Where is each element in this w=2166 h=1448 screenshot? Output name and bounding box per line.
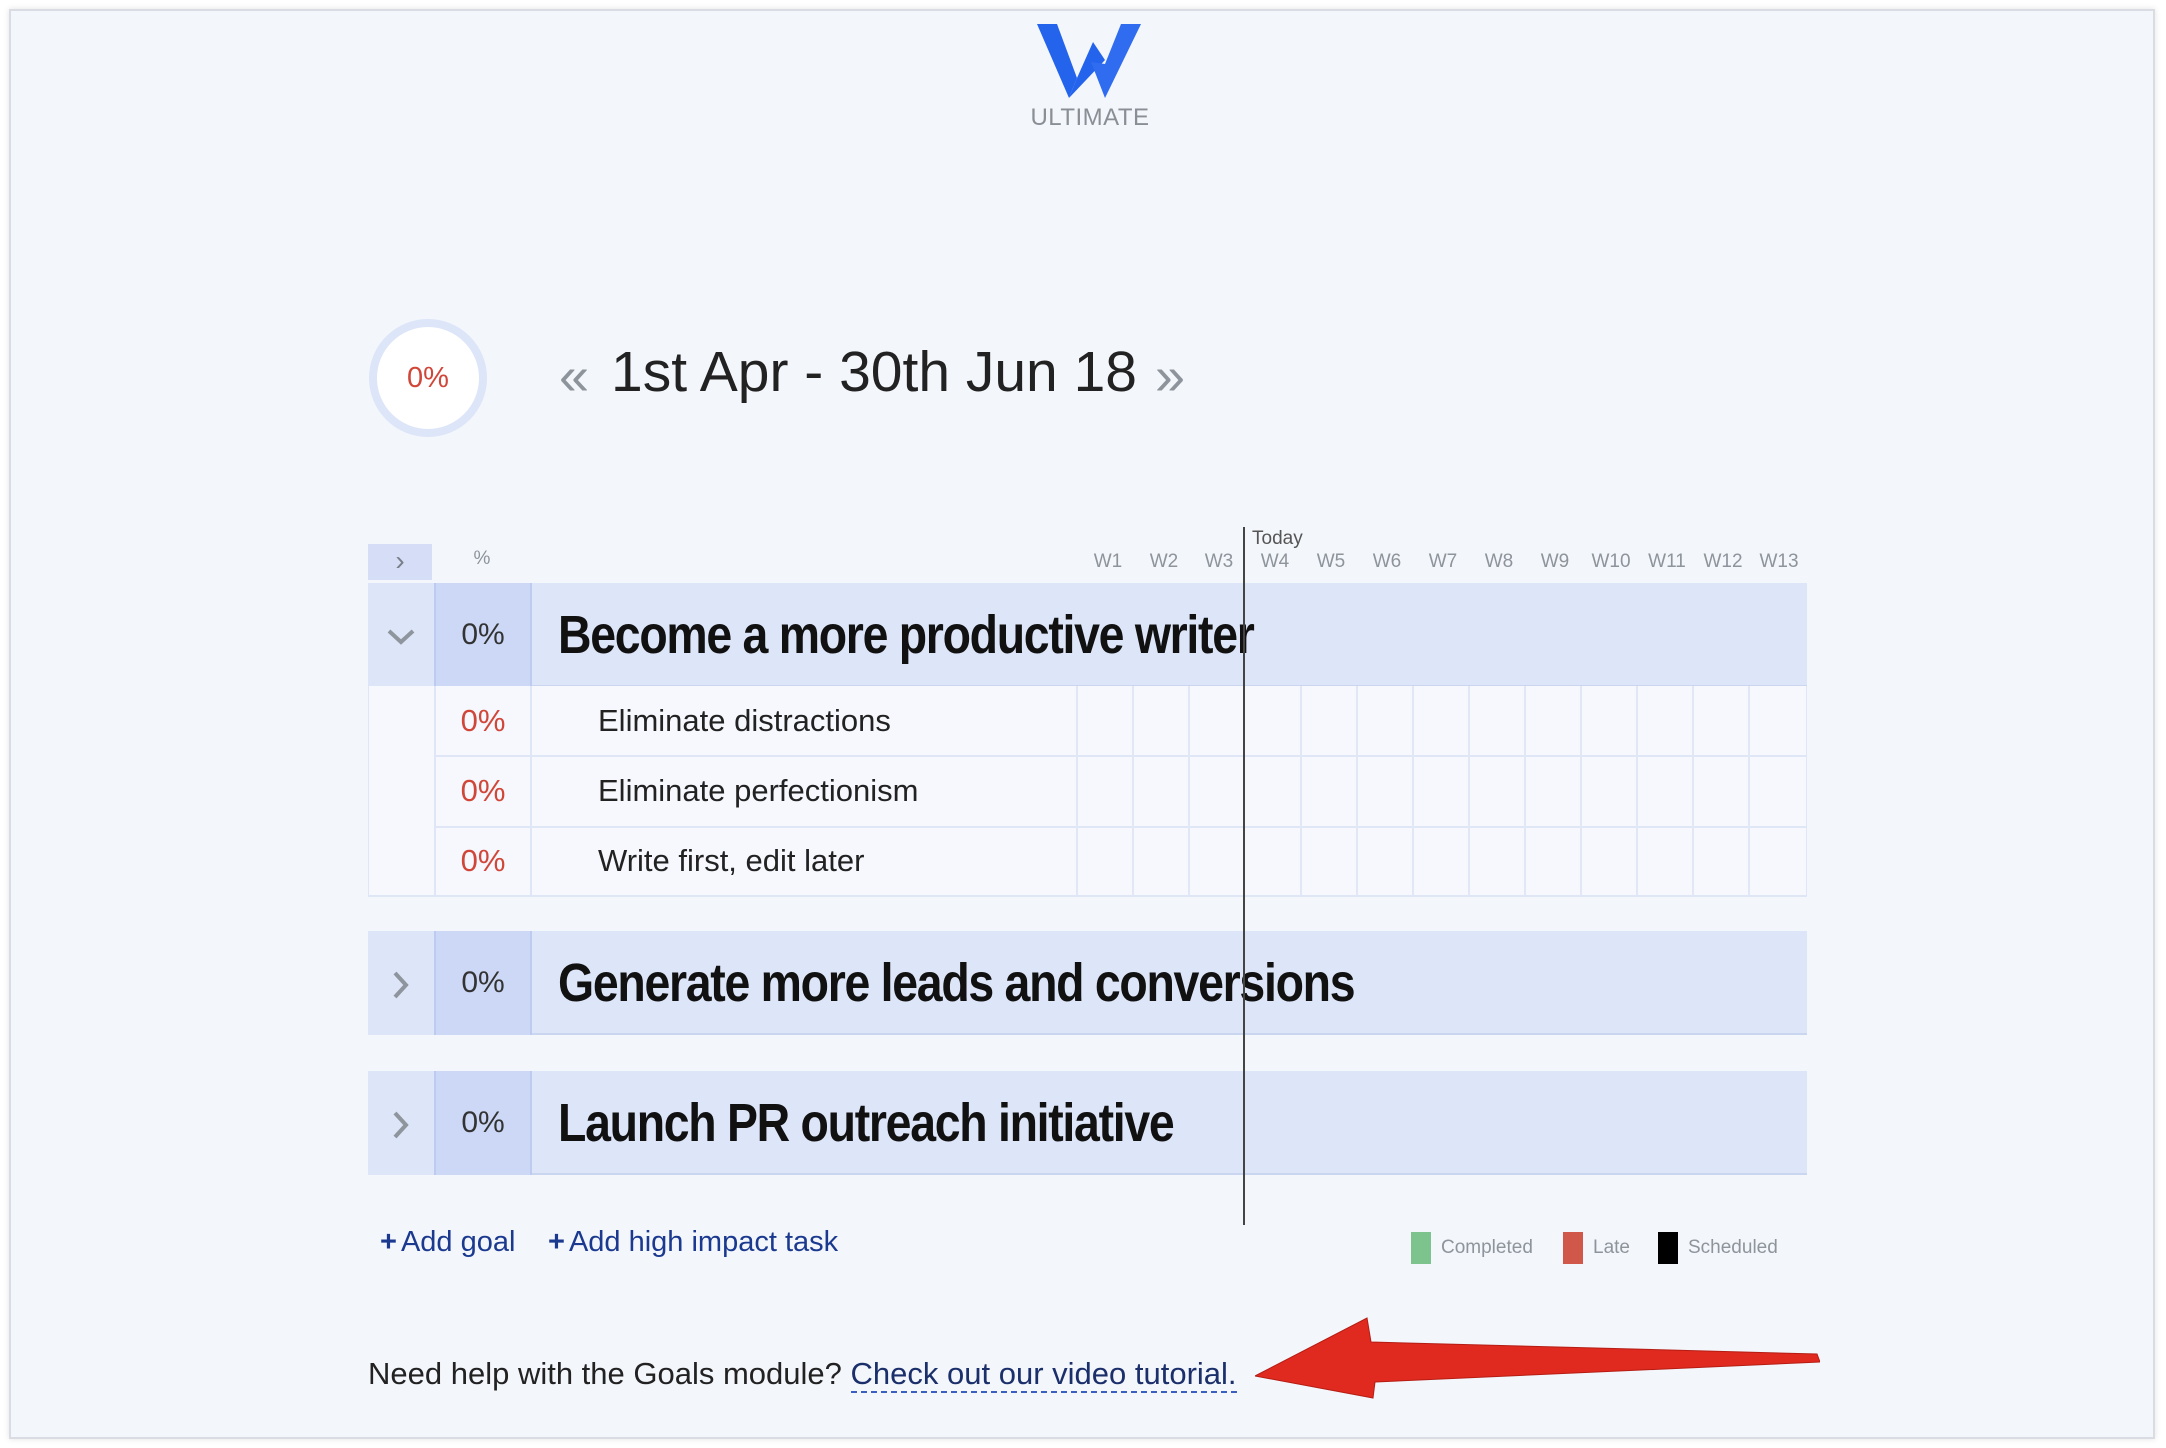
legend-scheduled: Scheduled bbox=[1658, 1232, 1778, 1264]
task-name[interactable]: Eliminate perfectionism bbox=[598, 756, 918, 826]
date-range-title: 1st Apr - 30th Jun 18 bbox=[611, 340, 1137, 404]
goal-progress: 0% bbox=[434, 583, 532, 687]
week-grid-line bbox=[1412, 686, 1414, 897]
week-grid-line bbox=[1468, 686, 1470, 897]
today-marker-line bbox=[1243, 527, 1245, 1225]
week-header: W5 bbox=[1316, 551, 1346, 572]
week-grid-line bbox=[1692, 686, 1694, 897]
week-grid-line bbox=[1748, 686, 1750, 897]
chevron-down-icon bbox=[387, 629, 415, 645]
task-list bbox=[368, 686, 1807, 897]
week-header: W7 bbox=[1428, 551, 1458, 572]
week-header: W8 bbox=[1484, 551, 1514, 572]
week-grid-line bbox=[1132, 686, 1134, 897]
goal-title[interactable]: Launch PR outreach initiative bbox=[558, 1071, 1175, 1175]
week-header: W11 bbox=[1648, 551, 1686, 572]
late-swatch bbox=[1563, 1232, 1583, 1264]
collapse-goal-button[interactable] bbox=[368, 583, 434, 687]
expand-goal-button[interactable] bbox=[368, 931, 434, 1035]
week-grid-line bbox=[1580, 686, 1582, 897]
logo-w-icon bbox=[1037, 24, 1141, 98]
goal-title[interactable]: Generate more leads and conversions bbox=[558, 931, 1356, 1035]
today-label: Today bbox=[1252, 528, 1303, 549]
plus-icon: + bbox=[380, 1226, 397, 1258]
task-name[interactable]: Eliminate distractions bbox=[598, 686, 891, 756]
plus-icon: + bbox=[548, 1226, 565, 1258]
week-header: W13 bbox=[1759, 551, 1799, 572]
goal-progress: 0% bbox=[434, 931, 532, 1035]
scheduled-swatch bbox=[1658, 1232, 1678, 1264]
week-grid-line bbox=[1076, 686, 1078, 897]
week-grid-line bbox=[1300, 686, 1302, 897]
week-header: W4 bbox=[1260, 551, 1290, 572]
week-header: W1 bbox=[1093, 551, 1123, 572]
task-name[interactable]: Write first, edit later bbox=[598, 826, 864, 896]
video-tutorial-link[interactable]: Check out our video tutorial. bbox=[850, 1356, 1237, 1393]
legend-completed: Completed bbox=[1411, 1232, 1533, 1264]
help-text: Need help with the Goals module? Check o… bbox=[368, 1356, 1237, 1393]
annotation-arrow-icon bbox=[1255, 1317, 1820, 1399]
week-grid-line bbox=[1188, 686, 1190, 897]
expand-goal-button[interactable] bbox=[368, 1071, 434, 1175]
brand-name: ULTIMATE bbox=[1030, 104, 1150, 131]
goal-title[interactable]: Become a more productive writer bbox=[558, 583, 1255, 687]
expand-all-button[interactable]: › bbox=[368, 544, 432, 580]
week-header: W6 bbox=[1372, 551, 1402, 572]
legend-late: Late bbox=[1563, 1232, 1630, 1264]
week-grid-line bbox=[1524, 686, 1526, 897]
add-goal-button[interactable]: + Add goal bbox=[380, 1226, 515, 1259]
week-header: W3 bbox=[1204, 551, 1234, 572]
week-header: W9 bbox=[1540, 551, 1570, 572]
overall-progress-value: 0% bbox=[407, 362, 449, 394]
week-header: W12 bbox=[1703, 551, 1743, 572]
previous-quarter-button[interactable]: « bbox=[559, 349, 589, 403]
chevron-right-icon bbox=[393, 971, 409, 999]
week-grid-line bbox=[1356, 686, 1358, 897]
add-task-button[interactable]: + Add high impact task bbox=[548, 1226, 838, 1259]
goal-progress: 0% bbox=[434, 1071, 532, 1175]
percent-column-header: % bbox=[473, 548, 491, 569]
add-task-label: Add high impact task bbox=[568, 1226, 839, 1258]
week-header: W2 bbox=[1149, 551, 1179, 572]
task-progress: 0% bbox=[460, 773, 506, 808]
task-progress: 0% bbox=[460, 703, 506, 738]
chevron-right-icon bbox=[393, 1111, 409, 1139]
add-goal-label: Add goal bbox=[400, 1226, 516, 1258]
next-quarter-button[interactable]: » bbox=[1155, 349, 1185, 403]
completed-swatch bbox=[1411, 1232, 1431, 1264]
task-progress: 0% bbox=[460, 843, 506, 878]
week-header: W10 bbox=[1591, 551, 1631, 572]
week-grid-line bbox=[1636, 686, 1638, 897]
